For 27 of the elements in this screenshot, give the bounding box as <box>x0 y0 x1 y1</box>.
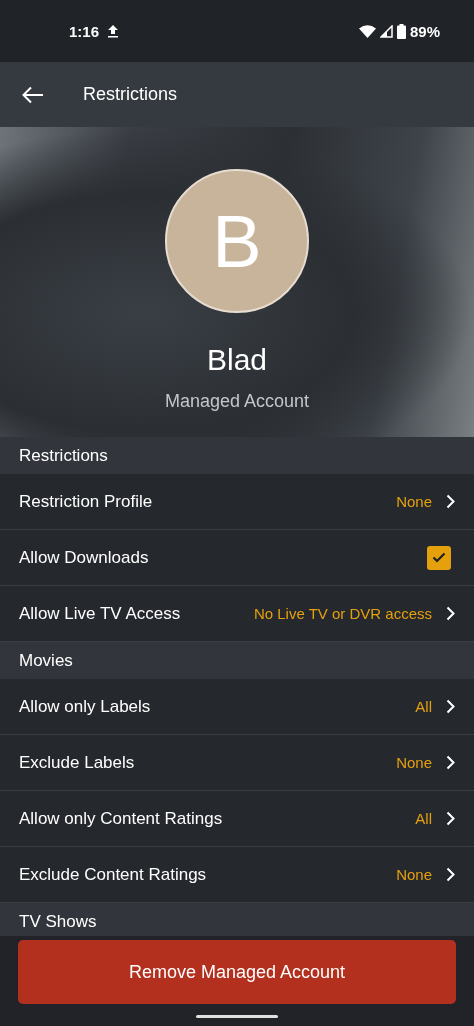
settings-row[interactable]: Restriction Profile None <box>0 474 474 530</box>
checkmark-icon <box>432 552 446 563</box>
screen-title: Restrictions <box>83 84 178 105</box>
chevron-right-icon <box>446 494 455 509</box>
remove-account-button[interactable]: Remove Managed Account <box>18 940 456 1004</box>
settings-row[interactable]: Exclude Labels None <box>0 735 474 791</box>
chevron-right-icon <box>446 699 455 714</box>
status-time: 1:16 <box>69 22 100 40</box>
chevron-right-icon <box>446 755 455 770</box>
settings-row[interactable]: Allow only Labels All <box>0 679 474 735</box>
chevron-right-icon <box>446 867 455 882</box>
battery-percent: 89% <box>409 22 440 40</box>
checkbox[interactable] <box>427 545 451 570</box>
chevron-right-icon <box>446 811 455 826</box>
section-header: Movies <box>0 642 474 679</box>
wifi-icon <box>358 24 376 38</box>
profile-name: Blad <box>206 343 267 377</box>
avatar: B <box>165 169 309 313</box>
section-header: Restrictions <box>0 437 474 474</box>
signal-icon <box>379 24 393 38</box>
battery-icon <box>396 23 406 39</box>
upload-icon <box>107 24 120 38</box>
back-arrow-icon[interactable] <box>22 85 44 104</box>
settings-row[interactable]: Allow only Content Ratings All <box>0 791 474 847</box>
account-type: Managed Account <box>164 391 310 412</box>
chevron-right-icon <box>446 606 455 621</box>
settings-row[interactable]: Allow Downloads <box>0 530 474 586</box>
